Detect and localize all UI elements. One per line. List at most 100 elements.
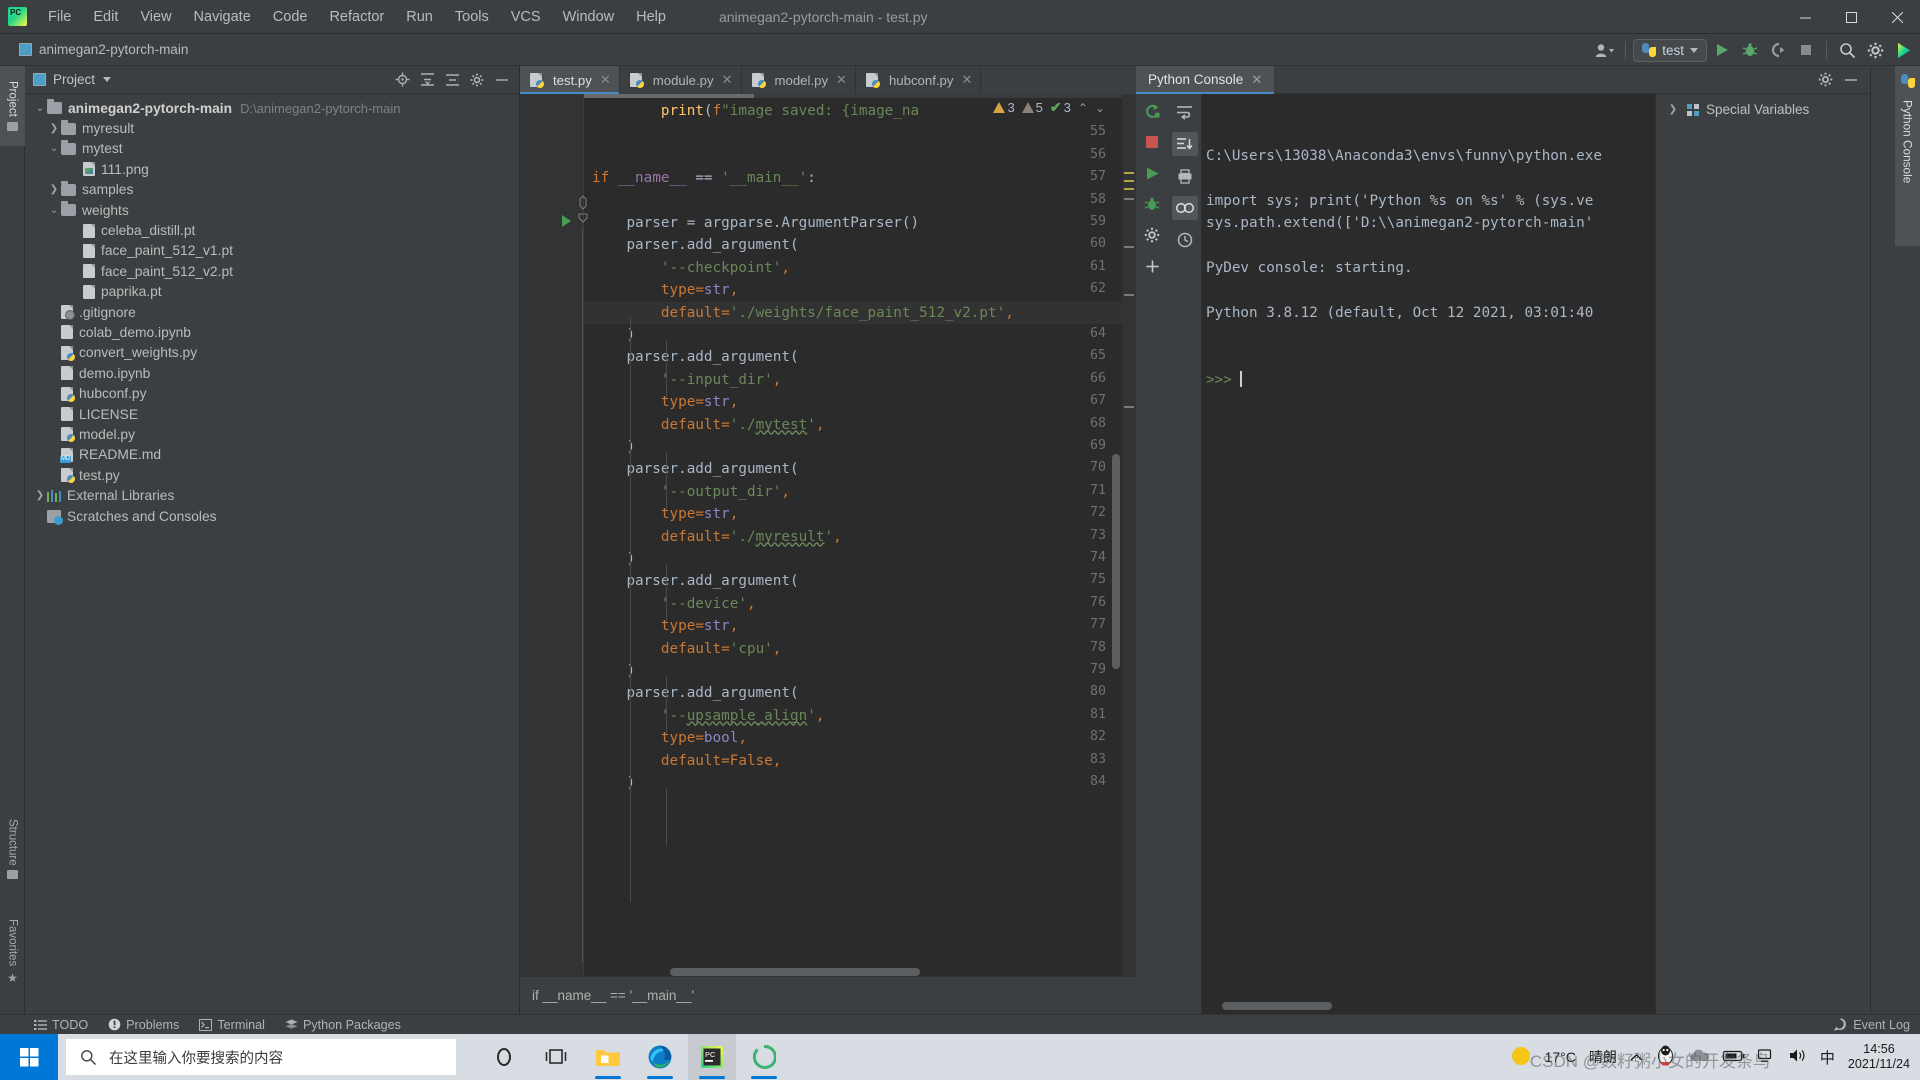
tab-python-console[interactable]: Python Console ✕	[1136, 66, 1274, 94]
minimize-button[interactable]	[1782, 0, 1828, 34]
inspection-widget[interactable]: 3 5 ✔ 3 ⌃ ⌄	[990, 98, 1108, 117]
weather-temp[interactable]: 17°C	[1545, 1049, 1576, 1065]
chevron-up-icon[interactable]	[1630, 1049, 1643, 1065]
code-line[interactable]: parser.add_argument(	[592, 570, 799, 592]
editor-tab-model-py[interactable]: model.py✕	[742, 66, 856, 94]
code-line[interactable]: parser = argparse.ArgumentParser()	[592, 212, 919, 234]
marker-warning[interactable]	[1124, 172, 1134, 174]
editor-gutter[interactable]	[520, 94, 584, 976]
tree-node[interactable]: celeba_distill.pt	[25, 220, 519, 240]
execute-icon[interactable]	[1141, 162, 1163, 184]
code-line[interactable]: '--input_dir',	[592, 369, 781, 391]
tree-node[interactable]: .gitignore	[25, 302, 519, 322]
taskbar-search-input[interactable]: 在这里输入你要搜索的内容	[66, 1039, 456, 1075]
code-line[interactable]: default='./weights/face_paint_512_v2.pt'…	[592, 302, 1014, 324]
tree-node[interactable]: ❯myresult	[25, 118, 519, 138]
tool-window-python-packages[interactable]: Python Packages	[285, 1018, 401, 1032]
close-icon[interactable]: ✕	[722, 72, 733, 88]
special-variables-row[interactable]: ❯ Special Variables	[1656, 94, 1870, 117]
close-button[interactable]	[1874, 0, 1920, 34]
close-icon[interactable]: ✕	[600, 72, 611, 88]
chevron-right-icon[interactable]: ❯	[47, 184, 61, 195]
event-log-button[interactable]: Event Log	[1834, 1018, 1920, 1032]
code-line[interactable]: parser.add_argument(	[592, 458, 799, 480]
stop-icon[interactable]	[1141, 131, 1163, 153]
tool-window-terminal[interactable]: Terminal	[199, 1018, 265, 1032]
marker-bar[interactable]	[1122, 94, 1136, 976]
marker-weak[interactable]	[1124, 294, 1134, 296]
add-icon[interactable]	[1141, 255, 1163, 277]
run-gutter-icon[interactable]	[562, 215, 571, 227]
tool-window-todo[interactable]: TODO	[34, 1018, 88, 1032]
use-soft-wraps-icon[interactable]	[1172, 196, 1198, 220]
debug-icon[interactable]	[1141, 193, 1163, 215]
menu-item-vcs[interactable]: VCS	[500, 6, 552, 28]
editor-breadcrumb[interactable]: if __name__ == '__main__'	[520, 976, 1136, 1014]
tree-node[interactable]: ⌄mytest	[25, 139, 519, 159]
marker-weak[interactable]	[1124, 246, 1134, 248]
console-horizontal-scrollbar[interactable]	[1222, 1002, 1332, 1010]
menu-item-run[interactable]: Run	[395, 6, 444, 28]
stop-button[interactable]	[1793, 37, 1819, 63]
code-line[interactable]: '--upsample_align',	[592, 705, 824, 727]
close-icon[interactable]: ✕	[836, 72, 847, 88]
task-view-icon[interactable]	[532, 1034, 580, 1080]
next-problem-icon[interactable]: ⌄	[1095, 101, 1105, 115]
code-line[interactable]: '--checkpoint',	[592, 257, 790, 279]
sidebar-tab-python-console[interactable]: Python Console	[1895, 66, 1920, 246]
tree-node[interactable]: hubconf.py	[25, 383, 519, 403]
menu-item-window[interactable]: Window	[552, 6, 626, 28]
maximize-button[interactable]	[1828, 0, 1874, 34]
editor-tab-hubconf-py[interactable]: hubconf.py✕	[856, 66, 981, 94]
tree-node[interactable]: README.md	[25, 445, 519, 465]
tree-node[interactable]: colab_demo.ipynb	[25, 322, 519, 342]
tree-node[interactable]: face_paint_512_v1.pt	[25, 241, 519, 261]
run-with-coverage-button[interactable]	[1765, 37, 1791, 63]
marker-weak[interactable]	[1124, 406, 1134, 408]
expand-all-icon[interactable]	[416, 69, 438, 91]
chevron-right-icon[interactable]: ❯	[33, 490, 47, 501]
weather-desc[interactable]: 晴朗	[1589, 1047, 1617, 1067]
tree-node[interactable]: ❯External Libraries	[25, 485, 519, 505]
warning-count[interactable]: 3	[993, 100, 1014, 115]
chevron-right-icon[interactable]: ❯	[1666, 104, 1680, 115]
chevron-down-icon[interactable]: ⌄	[47, 143, 61, 154]
hide-panel-icon[interactable]	[491, 69, 513, 91]
previous-problem-icon[interactable]: ⌃	[1078, 101, 1088, 115]
scroll-to-end-icon[interactable]	[1172, 132, 1198, 156]
menu-item-refactor[interactable]: Refactor	[318, 6, 395, 28]
hide-panel-icon[interactable]	[1840, 69, 1862, 91]
code-line[interactable]: if __name__ == '__main__':	[592, 167, 816, 189]
gear-icon[interactable]	[466, 69, 488, 91]
tree-node[interactable]: 111.png	[25, 159, 519, 179]
rerun-icon[interactable]	[1141, 100, 1163, 122]
menu-item-file[interactable]: File	[37, 6, 82, 28]
edge-icon[interactable]	[636, 1034, 684, 1080]
taskbar-clock[interactable]: 14:56 2021/11/24	[1848, 1042, 1910, 1072]
tree-node[interactable]: ❯samples	[25, 180, 519, 200]
code-line[interactable]: )	[592, 436, 635, 458]
tree-node[interactable]: ⌄weights	[25, 200, 519, 220]
code-line[interactable]: parser.add_argument(	[592, 682, 799, 704]
code-line[interactable]: '--output_dir',	[592, 481, 790, 503]
code-editor[interactable]: 5455565758596061626364656667686970717273…	[520, 94, 1136, 976]
menu-item-navigate[interactable]: Navigate	[183, 6, 262, 28]
chevron-right-icon[interactable]: ❯	[47, 123, 61, 134]
locate-icon[interactable]	[391, 69, 413, 91]
code-line[interactable]: type=bool,	[592, 727, 747, 749]
collapse-all-icon[interactable]	[441, 69, 463, 91]
fold-collapse-icon[interactable]	[578, 211, 588, 225]
file-explorer-icon[interactable]	[584, 1034, 632, 1080]
project-file-tree[interactable]: ⌄animegan2-pytorch-mainD:\animegan2-pyto…	[25, 94, 519, 526]
volume-icon[interactable]	[1789, 1048, 1807, 1066]
pycharm-icon[interactable]: PC	[688, 1034, 736, 1080]
tree-node[interactable]: LICENSE	[25, 404, 519, 424]
code-line[interactable]: type=str,	[592, 279, 738, 301]
tree-node[interactable]: demo.ipynb	[25, 363, 519, 383]
user-icon[interactable]	[1592, 37, 1618, 63]
gear-icon[interactable]	[1862, 37, 1888, 63]
close-icon[interactable]: ✕	[1251, 72, 1262, 88]
code-line[interactable]: print(f"image saved: {image_na	[592, 100, 919, 122]
chevron-down-icon[interactable]	[103, 77, 111, 82]
gear-icon[interactable]	[1814, 69, 1836, 91]
